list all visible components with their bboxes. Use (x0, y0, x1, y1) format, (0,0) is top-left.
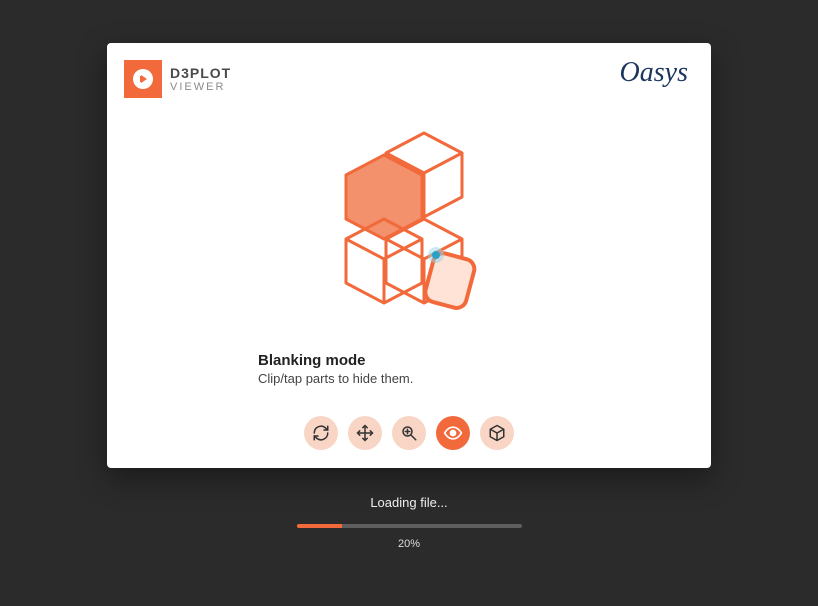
hint-title: Blanking mode (258, 352, 413, 369)
mode-toolbar (107, 416, 711, 450)
app-subtitle: VIEWER (170, 82, 231, 93)
loading-label: Loading file... (0, 495, 818, 510)
progress-percent: 20% (0, 538, 818, 550)
view-cube-button[interactable] (480, 416, 514, 450)
hint-block: Blanking mode Clip/tap parts to hide the… (258, 352, 413, 386)
pan-button[interactable] (348, 416, 382, 450)
progress-fill (297, 524, 342, 528)
splash-card: D3PLOT VIEWER Oasys (107, 43, 711, 468)
rotate-button[interactable] (304, 416, 338, 450)
app-header: D3PLOT VIEWER (124, 60, 231, 98)
app-name: D3PLOT (170, 66, 231, 80)
blanking-button[interactable] (436, 416, 470, 450)
vendor-wordmark: Oasys (620, 57, 688, 89)
zoom-icon (400, 424, 418, 442)
app-logo-text: D3PLOT VIEWER (170, 66, 231, 93)
loading-area: Loading file... 20% (0, 495, 818, 550)
eye-icon (443, 423, 463, 443)
rotate-icon (312, 424, 330, 442)
app-logo-icon (124, 60, 162, 98)
zoom-button[interactable] (392, 416, 426, 450)
hint-illustration (107, 123, 711, 333)
hint-text: Clip/tap parts to hide them. (258, 371, 413, 386)
pan-icon (356, 424, 374, 442)
cube-icon (488, 424, 506, 442)
progress-bar (297, 524, 522, 528)
